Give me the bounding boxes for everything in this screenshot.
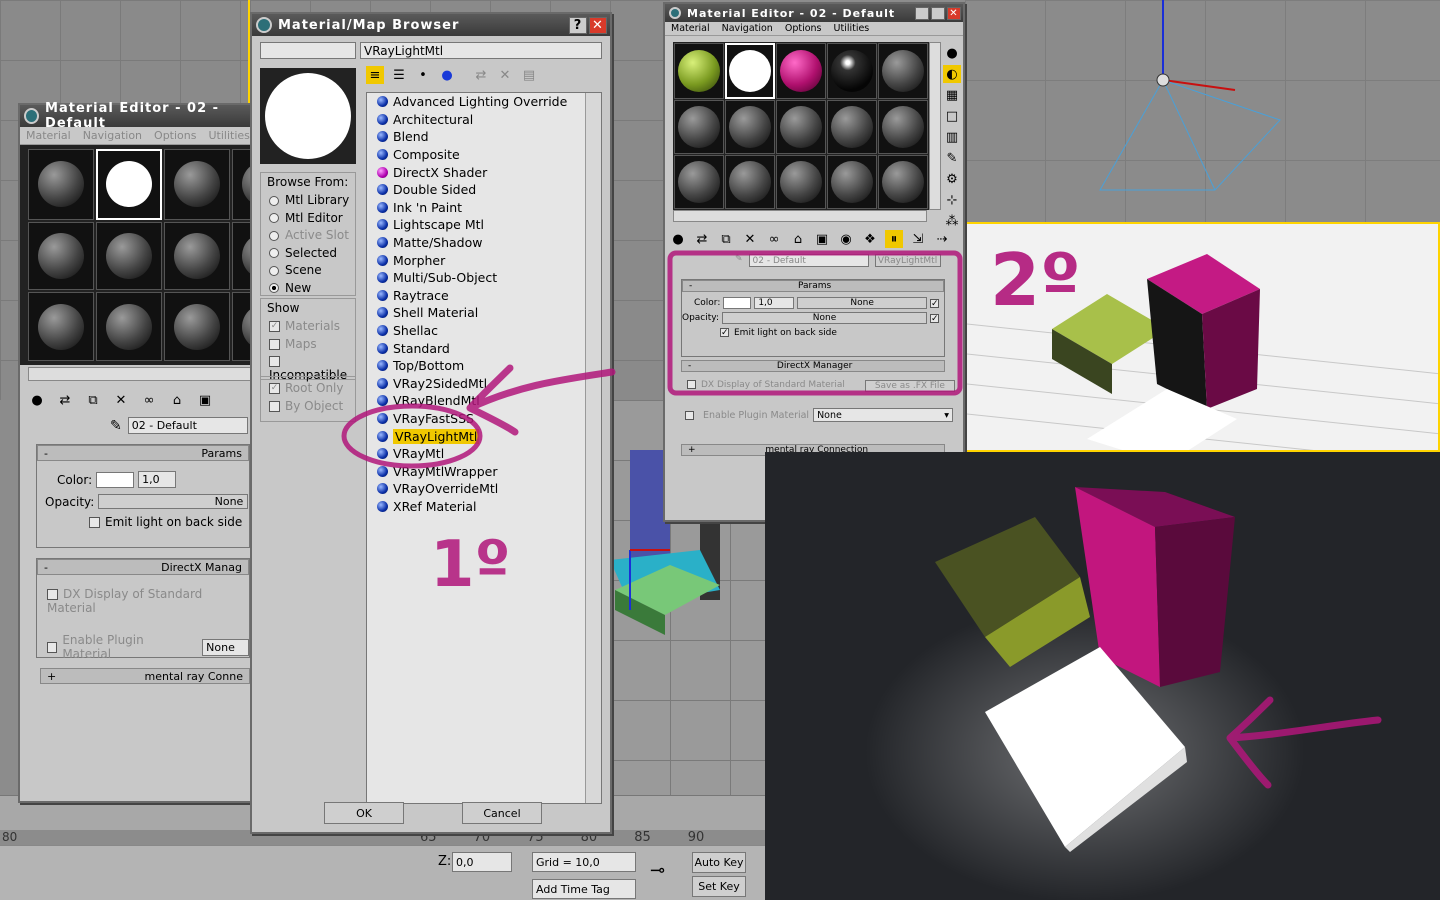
- annotation-overlay: [341, 250, 1382, 789]
- selection-circle: [341, 403, 483, 469]
- arrow-2: [1226, 696, 1382, 789]
- step-2-label: 2º: [990, 238, 1081, 322]
- arrow-1: [466, 364, 616, 436]
- highlight-rectangle: [667, 250, 963, 396]
- step-1-label: 1º: [430, 528, 511, 602]
